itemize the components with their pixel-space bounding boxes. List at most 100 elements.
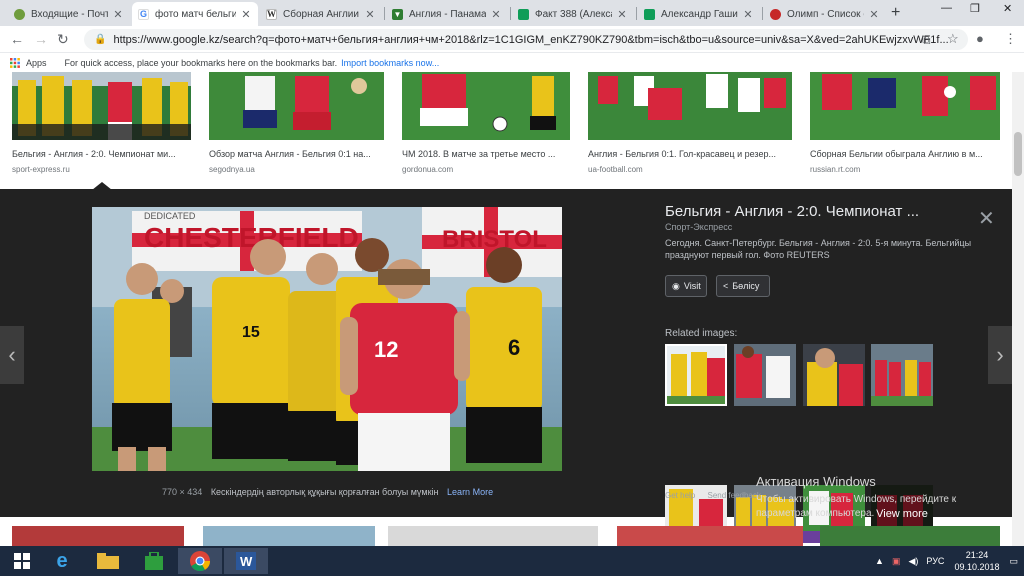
taskbar-chrome[interactable] [178, 548, 222, 574]
close-icon[interactable]: ✕ [616, 8, 628, 21]
network-icon[interactable]: ▣ [892, 556, 901, 567]
result-source: sport-express.ru [12, 165, 70, 174]
apps-shortcut[interactable]: Apps [10, 58, 47, 68]
result-source: russian.rt.com [810, 165, 861, 174]
new-tab-icon[interactable]: + [891, 4, 900, 22]
taskbar-internet-explorer[interactable]: e [40, 548, 84, 574]
close-preview-icon[interactable]: ✕ [978, 206, 995, 231]
close-icon[interactable]: ✕ [364, 8, 376, 21]
banner-small-text: DEDICATED [144, 211, 196, 221]
scrollbar-thumb[interactable] [1014, 132, 1022, 176]
share-label: Бөлісу [732, 281, 760, 291]
related-image[interactable] [803, 344, 865, 406]
result-title[interactable]: Обзор матча Англия - Бельгия 0:1 на... [209, 149, 384, 159]
taskbar-store[interactable] [132, 548, 176, 574]
mail-icon [14, 8, 25, 20]
preview-title[interactable]: Бельгия - Англия - 2:0. Чемпионат ... [665, 203, 919, 220]
olimp-icon [770, 8, 781, 20]
result-title[interactable]: Сборная Бельгии обыграла Англию в м... [810, 149, 1000, 159]
taskbar-file-explorer[interactable] [86, 548, 130, 574]
result-thumbnail[interactable] [617, 526, 803, 546]
preview-image[interactable]: DEDICATED CHESTERFIELD BRISTOL 12 15 6 [92, 207, 562, 471]
tab-separator [636, 7, 637, 20]
result-thumbnail[interactable] [820, 526, 1000, 546]
banner-text: CHESTERFIELD [144, 222, 359, 253]
result-item[interactable]: Сборная Бельгии обыграла Англию в м... r… [810, 72, 1000, 174]
close-icon[interactable]: ✕ [742, 8, 754, 21]
preview-source[interactable]: Спорт-Экспресс [665, 222, 732, 232]
image-meta: 770 × 434 Кескіндердің авторлық құқығы қ… [162, 487, 493, 497]
forward-icon[interactable]: → [34, 31, 48, 47]
address-bar[interactable]: 🔒 https://www.google.kz/search?q=фото+ма… [84, 29, 968, 50]
translate-icon[interactable]: ⧉ [922, 33, 931, 48]
close-icon[interactable]: ✕ [490, 8, 502, 21]
clock[interactable]: 21:24 09.10.2018 [954, 549, 999, 573]
close-icon[interactable]: ✕ [868, 8, 880, 21]
result-thumbnail[interactable] [203, 526, 375, 546]
related-image[interactable] [665, 344, 727, 406]
banner-text-right: BRISTOL [442, 226, 547, 253]
result-item[interactable]: Англия - Бельгия 0:1. Гол-красавец и рез… [588, 72, 792, 174]
result-thumbnail[interactable] [810, 72, 1000, 140]
folder-icon [97, 553, 119, 569]
previous-image-button[interactable]: ‹ [0, 326, 24, 384]
watermark-title: Активация Windows [756, 474, 876, 489]
result-source: ua-football.com [588, 165, 643, 174]
related-image[interactable] [871, 344, 933, 406]
tab-wikipedia[interactable]: W Сборная Англии по ✕ [260, 2, 382, 26]
minimize-icon[interactable]: — [941, 2, 952, 14]
result-title[interactable]: Бельгия - Англия - 2:0. Чемпионат ми... [12, 149, 191, 159]
chevron-up-icon[interactable]: ▲ [875, 556, 884, 566]
system-tray: ▲ ▣ ◀) РУС 21:24 09.10.2018 ▭ [875, 546, 1018, 576]
panel-footer: Get help Send feedback [665, 491, 761, 500]
result-item[interactable]: ЧМ 2018. В матче за третье место ... gor… [402, 72, 570, 174]
chrome-icon [190, 551, 210, 571]
result-thumbnail[interactable] [588, 72, 792, 140]
learn-more-link[interactable]: Learn More [447, 487, 493, 497]
internet-explorer-icon: e [56, 549, 68, 572]
tab-fact-388[interactable]: Факт 388 (Александ ✕ [512, 2, 634, 26]
menu-icon[interactable]: ⋮ [1004, 31, 1017, 47]
taskbar-word[interactable]: W [224, 548, 268, 574]
sheet-icon [644, 8, 655, 20]
reload-icon[interactable]: ↻ [57, 31, 69, 48]
tab-england-panama[interactable]: ▼ Англия - Панама 6: ✕ [386, 2, 508, 26]
url-text[interactable]: https://www.google.kz/search?q=фото+матч… [113, 34, 948, 46]
tab-olimp[interactable]: Олимп - Список с ✕ [764, 2, 886, 26]
result-thumbnail[interactable] [209, 72, 384, 140]
back-icon[interactable]: ← [10, 31, 24, 47]
tab-google-images[interactable]: G фото матч бельгия ✕ [132, 2, 258, 26]
share-button[interactable]: < Бөлісу [716, 275, 770, 297]
result-thumbnail[interactable] [12, 72, 191, 140]
account-icon[interactable]: ● [976, 31, 984, 46]
star-icon[interactable]: ☆ [947, 31, 959, 47]
close-icon[interactable]: ✕ [240, 8, 252, 21]
image-dimensions: 770 × 434 [162, 487, 203, 497]
result-title[interactable]: Англия - Бельгия 0:1. Гол-красавец и рез… [588, 149, 792, 159]
volume-icon[interactable]: ◀) [908, 556, 918, 567]
visit-button[interactable]: ◉ Visit [665, 275, 707, 297]
close-icon[interactable]: ✕ [112, 8, 124, 21]
result-thumbnail[interactable] [12, 526, 184, 546]
send-feedback-link[interactable]: Send feedback [707, 491, 760, 500]
result-item[interactable]: Бельгия - Англия - 2:0. Чемпионат ми... … [12, 72, 191, 174]
import-bookmarks-link[interactable]: Import bookmarks now... [341, 58, 439, 68]
language-indicator[interactable]: РУС [926, 556, 944, 566]
notifications-icon[interactable]: ▭ [1009, 556, 1018, 567]
result-title[interactable]: ЧМ 2018. В матче за третье место ... [402, 149, 570, 159]
start-button[interactable] [0, 548, 44, 574]
tab-gashin[interactable]: Александр Гашин ✕ [638, 2, 760, 26]
restore-icon[interactable]: ❐ [970, 2, 980, 15]
result-thumbnail[interactable] [388, 526, 598, 546]
result-item[interactable]: Обзор матча Англия - Бельгия 0:1 на... s… [209, 72, 384, 174]
next-image-button[interactable]: › [988, 326, 1012, 384]
word-icon: W [236, 552, 256, 570]
related-image[interactable] [734, 344, 796, 406]
tab-mail[interactable]: Входящие - Почта ✕ [8, 2, 130, 26]
jersey-number: 15 [242, 324, 260, 341]
get-help-link[interactable]: Get help [665, 491, 695, 500]
page-scrollbar[interactable] [1012, 72, 1024, 546]
window-close-icon[interactable]: ✕ [1003, 2, 1012, 15]
watermark-line: параметрам компьютера. [756, 508, 875, 519]
result-thumbnail[interactable] [402, 72, 570, 140]
